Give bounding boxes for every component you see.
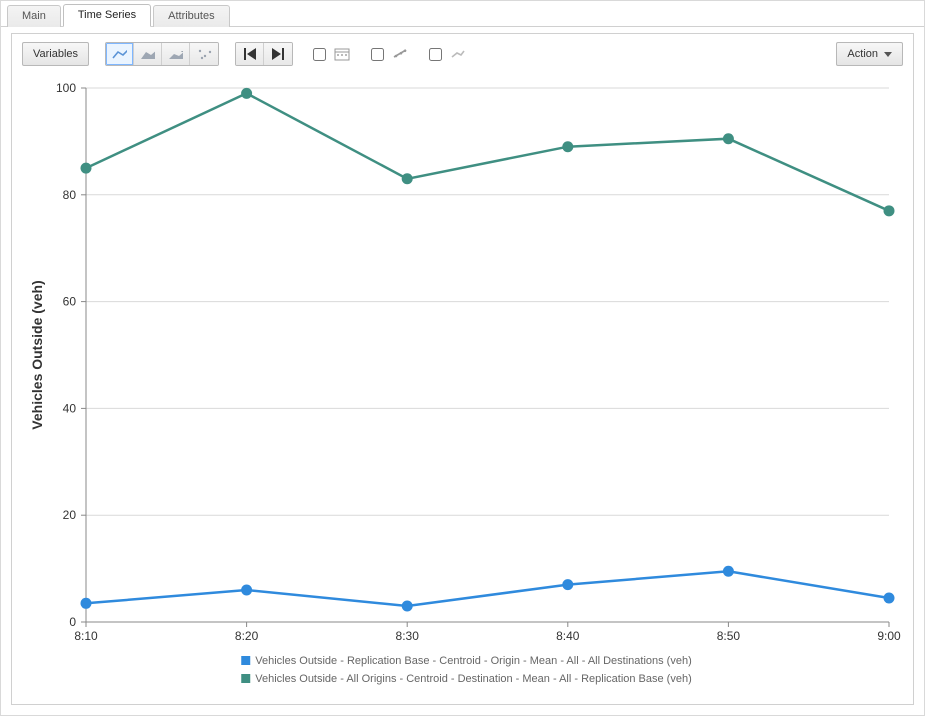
stacked-chart-button[interactable]: + bbox=[162, 43, 190, 65]
svg-text:8:20: 8:20 bbox=[235, 629, 259, 643]
trend-icon bbox=[391, 46, 409, 62]
calendar-icon bbox=[333, 46, 351, 62]
tab-main[interactable]: Main bbox=[7, 5, 61, 27]
svg-text:+: + bbox=[181, 47, 183, 56]
action-button-label: Action bbox=[847, 48, 878, 60]
svg-text:8:50: 8:50 bbox=[717, 629, 741, 643]
option-trend-1 bbox=[367, 45, 409, 64]
app-window: Main Time Series Attributes Variables bbox=[0, 0, 925, 716]
svg-text:20: 20 bbox=[63, 508, 77, 522]
content-panel: Variables + bbox=[11, 33, 914, 705]
chevron-down-icon bbox=[884, 52, 892, 57]
svg-text:Vehicles Outside - Replication: Vehicles Outside - Replication Base - Ce… bbox=[255, 655, 692, 667]
svg-text:40: 40 bbox=[63, 401, 77, 415]
svg-text:Vehicles Outside (veh): Vehicles Outside (veh) bbox=[29, 280, 45, 429]
area-chart-button[interactable] bbox=[134, 43, 162, 65]
svg-text:100: 100 bbox=[56, 81, 76, 95]
chart-type-group: + bbox=[105, 42, 219, 66]
svg-text:80: 80 bbox=[63, 188, 77, 202]
chart-area: 0 20 40 60 80 100 8:10 8:20 8:30 8:40 8:50 9:00 Vehi… bbox=[22, 78, 903, 694]
tab-time-series[interactable]: Time Series bbox=[63, 4, 151, 27]
variables-button-label: Variables bbox=[33, 48, 78, 60]
tab-attributes[interactable]: Attributes bbox=[153, 5, 229, 27]
svg-text:60: 60 bbox=[63, 295, 77, 309]
line-chart-button[interactable] bbox=[106, 43, 134, 65]
skip-start-button[interactable] bbox=[236, 43, 264, 65]
calendar-checkbox[interactable] bbox=[313, 48, 326, 61]
skip-end-button[interactable] bbox=[264, 43, 292, 65]
tab-bar: Main Time Series Attributes bbox=[1, 1, 924, 27]
trend2-icon bbox=[449, 46, 467, 62]
svg-text:8:30: 8:30 bbox=[396, 629, 420, 643]
scatter-chart-button[interactable] bbox=[190, 43, 218, 65]
svg-text:Vehicles Outside - All Origins: Vehicles Outside - All Origins - Centroi… bbox=[255, 673, 692, 685]
variables-button[interactable]: Variables bbox=[22, 42, 89, 66]
nav-group bbox=[235, 42, 293, 66]
option-calendar bbox=[309, 45, 351, 64]
option-trend-2 bbox=[425, 45, 467, 64]
toolbar: Variables + bbox=[12, 34, 913, 74]
svg-text:0: 0 bbox=[69, 615, 76, 629]
time-series-chart: 0 20 40 60 80 100 8:10 8:20 8:30 8:40 8:50 9:00 Vehi… bbox=[22, 78, 903, 694]
trend1-checkbox[interactable] bbox=[371, 48, 384, 61]
svg-text:9:00: 9:00 bbox=[877, 629, 901, 643]
trend2-checkbox[interactable] bbox=[429, 48, 442, 61]
svg-text:8:40: 8:40 bbox=[556, 629, 580, 643]
svg-text:8:10: 8:10 bbox=[74, 629, 98, 643]
action-button[interactable]: Action bbox=[836, 42, 903, 66]
